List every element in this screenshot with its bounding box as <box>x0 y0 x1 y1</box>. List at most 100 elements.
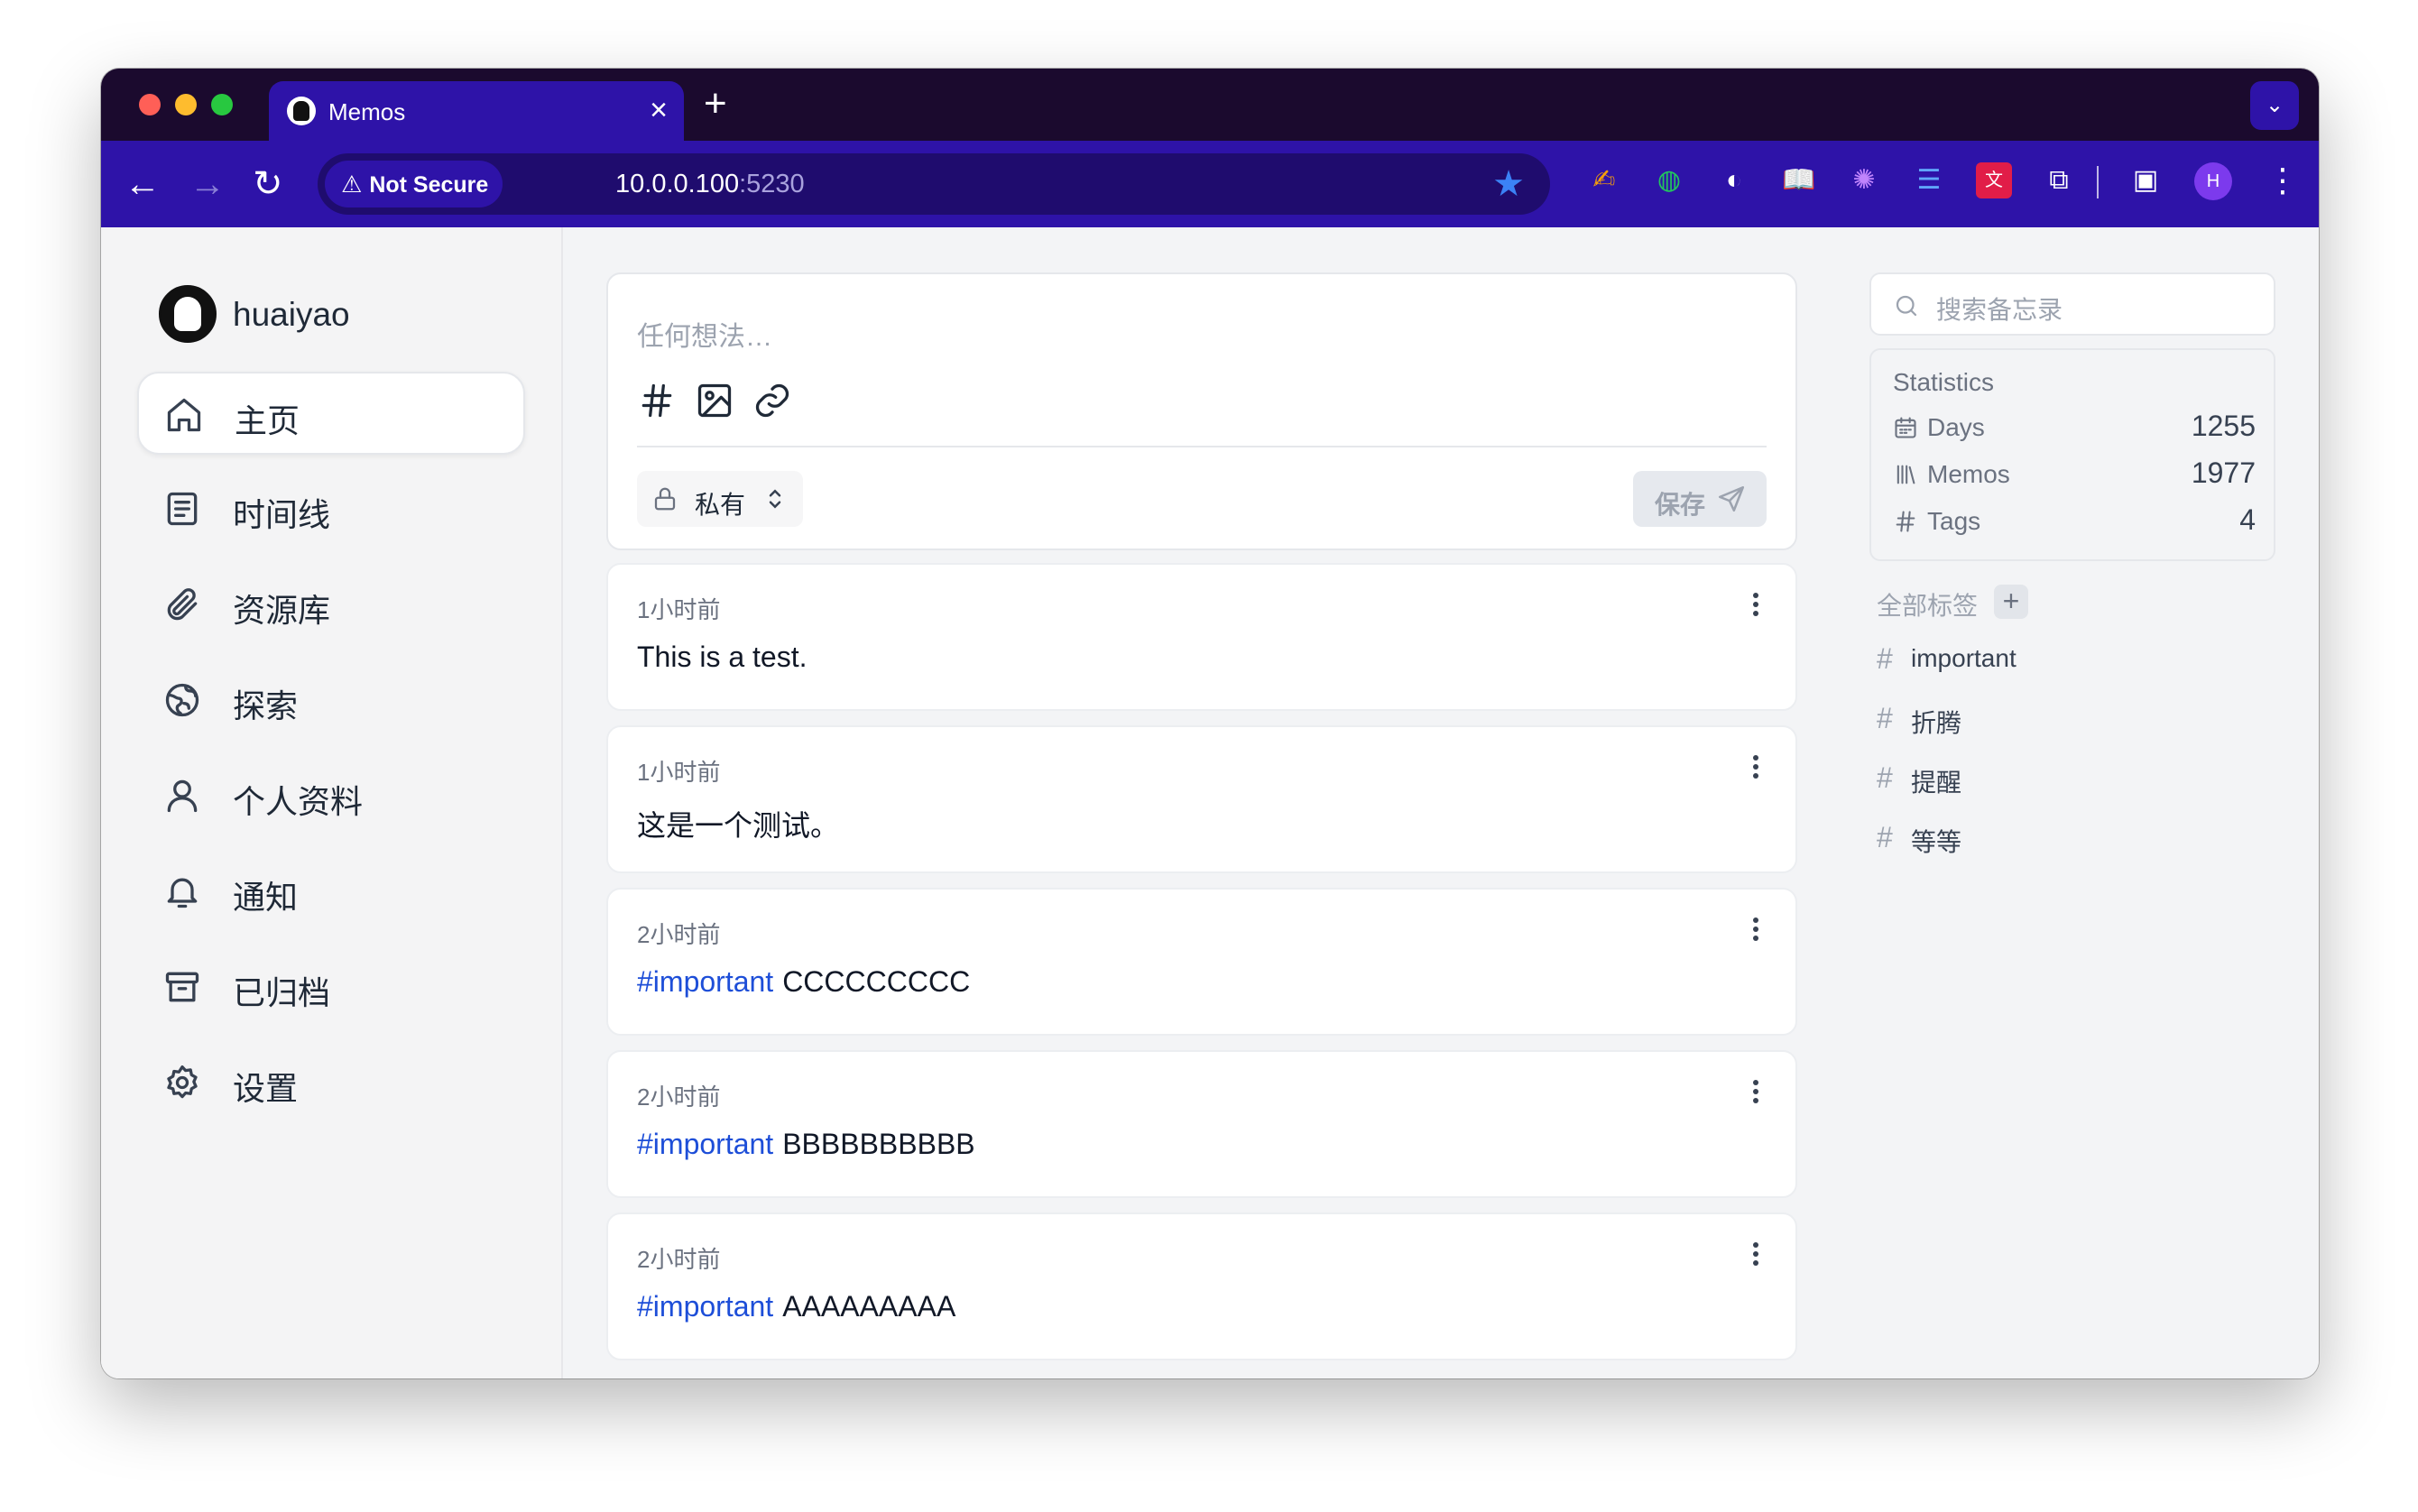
memo-text: BBBBBBBBBB <box>782 1128 975 1160</box>
memos-app: huaiyao 主页 时间线 资源库 探索 个人资料 通知 已归档 设置 任何想… <box>101 227 2319 1378</box>
tab-title: Memos <box>328 98 406 125</box>
url-text: 10.0.0.100:5230 <box>615 170 805 199</box>
bell-icon <box>167 878 198 908</box>
sidebar-item-label: 已归档 <box>233 974 331 1011</box>
memo-card: 2小时前 #important BBBBBBBBBB <box>606 1050 1797 1198</box>
memo-text: This is a test. <box>637 641 808 673</box>
profile-avatar[interactable]: H <box>2194 162 2232 200</box>
maximize-window-button[interactable] <box>211 94 233 115</box>
memo-tag-link[interactable]: #important <box>637 1290 773 1323</box>
tags-title: 全部标签 <box>1877 592 1979 620</box>
tag-name: 等等 <box>1911 828 1962 856</box>
new-tab-button[interactable]: + <box>704 81 727 126</box>
sidebar-item-settings[interactable]: 设置 <box>137 1041 525 1124</box>
memo-content: #important AAAAAAAAA <box>637 1290 955 1323</box>
address-bar[interactable]: ⚠ Not Secure 10.0.0.100:5230 ★ <box>318 153 1550 215</box>
search-input[interactable]: 搜索备忘录 <box>1869 272 2275 336</box>
sidebar-item-label: 探索 <box>233 687 299 724</box>
image-icon[interactable] <box>695 381 734 420</box>
extension-translate-icon[interactable]: 文 <box>1976 162 2012 198</box>
memo-content: #important CCCCCCCCC <box>637 965 970 999</box>
tag-name: important <box>1911 644 2017 672</box>
timeline-icon <box>167 492 198 526</box>
hashtag-icon[interactable] <box>637 381 677 420</box>
sidebar-item-home[interactable]: 主页 <box>137 372 525 455</box>
calendar-icon <box>1895 417 1916 438</box>
add-tag-button[interactable]: + <box>1994 585 2028 619</box>
stat-label: Tags <box>1927 507 1981 535</box>
memo-card: 1小时前 This is a test. <box>606 563 1797 711</box>
tab-close-icon[interactable]: × <box>650 92 668 128</box>
browser-tab[interactable]: Memos × <box>269 81 684 141</box>
visibility-selector[interactable]: 私有 <box>637 471 803 527</box>
username: huaiyao <box>233 296 350 333</box>
hash-icon: # <box>1877 761 1893 794</box>
extension-book-icon[interactable]: 📖 <box>1781 162 1817 198</box>
memos-favicon-icon <box>287 97 316 125</box>
bookmark-star-icon[interactable]: ★ <box>1492 164 1525 204</box>
toolbar-divider <box>2097 166 2099 198</box>
browser-menu-icon[interactable]: ⋮ <box>2266 159 2299 202</box>
paperclip-icon <box>167 588 198 621</box>
memo-text: CCCCCCCCC <box>782 965 971 998</box>
side-panel-icon[interactable]: ▣ <box>2127 162 2164 198</box>
memo-timestamp: 2小时前 <box>637 1083 721 1111</box>
sidebar-item-label: 资源库 <box>233 592 331 629</box>
memo-tag-link[interactable]: #important <box>637 965 773 998</box>
memo-timestamp: 1小时前 <box>637 596 721 623</box>
extensions-puzzle-icon[interactable]: ⧉ <box>2041 162 2077 198</box>
sidebar-item-explore[interactable]: 探索 <box>137 659 525 742</box>
link-icon[interactable] <box>752 381 792 420</box>
stat-value: 4 <box>2239 503 2256 536</box>
memo-input[interactable]: 任何想法… <box>637 314 772 354</box>
stat-label: Days <box>1927 413 1985 441</box>
reload-icon[interactable]: ↻ <box>253 162 283 206</box>
user-avatar <box>159 285 217 343</box>
tab-search-chevron-icon[interactable]: ⌄ <box>2250 81 2299 130</box>
stat-row-memos: Memos 1977 <box>1893 456 2256 493</box>
more-options-icon[interactable] <box>1752 1079 1759 1104</box>
sidebar-item-archived[interactable]: 已归档 <box>137 945 525 1028</box>
more-options-icon[interactable] <box>1752 754 1759 779</box>
globe-icon <box>165 683 199 717</box>
statistics-title: Statistics <box>1893 368 1995 396</box>
editor-divider <box>637 446 1767 447</box>
minimize-window-button[interactable] <box>175 94 197 115</box>
more-options-icon[interactable] <box>1752 592 1759 617</box>
stat-value: 1255 <box>2191 410 2256 442</box>
extension-swirl-icon[interactable]: ✺ <box>1846 162 1882 198</box>
memo-card: 2小时前 #important AAAAAAAAA <box>606 1212 1797 1360</box>
memo-text: AAAAAAAAA <box>782 1290 956 1323</box>
browser-toolbar: ← → ↻ ⚠ Not Secure 10.0.0.100:5230 ★ ✍ ◍ … <box>101 141 2319 227</box>
extension-list-icon[interactable]: ☰ <box>1911 162 1947 198</box>
search-placeholder: 搜索备忘录 <box>1936 296 2063 324</box>
save-button[interactable]: 保存 <box>1633 471 1767 527</box>
stat-row-days: Days 1255 <box>1893 410 2256 446</box>
home-icon <box>167 398 201 432</box>
lock-icon <box>654 487 676 511</box>
extension-globe-icon[interactable]: ◍ <box>1651 162 1687 198</box>
more-options-icon[interactable] <box>1752 1241 1759 1267</box>
extension-pen-icon[interactable]: ✍ <box>1586 162 1622 198</box>
sidebar-item-resources[interactable]: 资源库 <box>137 563 525 646</box>
close-window-button[interactable] <box>139 94 161 115</box>
chevron-up-down-icon <box>769 489 781 509</box>
sidebar-item-notifications[interactable]: 通知 <box>137 850 525 933</box>
warning-icon: ⚠ <box>341 171 363 198</box>
not-secure-chip[interactable]: ⚠ Not Secure <box>325 161 503 207</box>
extension-circle-icon[interactable]: ◐ <box>1716 162 1752 198</box>
more-options-icon[interactable] <box>1752 917 1759 942</box>
hash-icon: # <box>1877 702 1893 734</box>
search-icon <box>1896 295 1917 317</box>
stat-row-tags: Tags 4 <box>1893 503 2256 539</box>
memo-card: 2小时前 #important CCCCCCCCC <box>606 888 1797 1036</box>
forward-arrow-icon[interactable]: → <box>189 162 226 206</box>
sidebar-item-profile[interactable]: 个人资料 <box>137 754 525 837</box>
hash-icon: # <box>1877 821 1893 853</box>
hash-icon: # <box>1877 642 1893 675</box>
library-icon <box>1897 465 1915 484</box>
back-arrow-icon[interactable]: ← <box>125 162 161 206</box>
memo-tag-link[interactable]: #important <box>637 1128 773 1160</box>
statistics-panel: Statistics Days 1255 Memos 1977 Tags 4 <box>1869 348 2275 561</box>
sidebar-item-timeline[interactable]: 时间线 <box>137 467 525 550</box>
